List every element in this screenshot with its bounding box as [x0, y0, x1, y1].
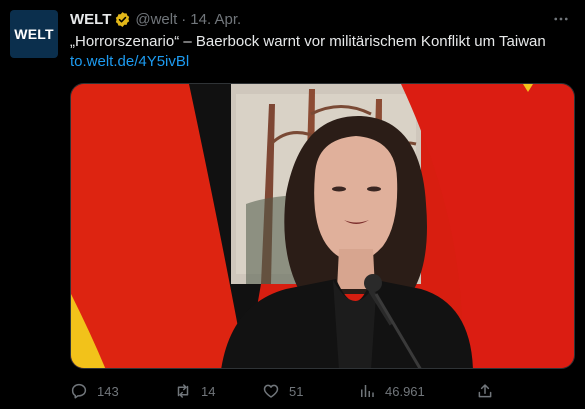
header-separator: ·: [181, 10, 187, 28]
tweet-link[interactable]: to.welt.de/4Y5ivBl: [70, 52, 189, 72]
more-options-button[interactable]: [551, 9, 571, 29]
verified-badge-icon[interactable]: [114, 11, 131, 28]
tweet-actions: 143 14 51 46.961: [62, 380, 502, 402]
like-count: 51: [289, 383, 304, 399]
reply-count: 143: [97, 383, 119, 399]
avatar[interactable]: WELT: [10, 10, 58, 58]
share-button[interactable]: [476, 380, 503, 402]
more-options-icon: [554, 17, 568, 21]
account-handle[interactable]: @welt: [135, 11, 177, 28]
repost-icon: [177, 384, 189, 398]
tweet-text: „Horrorszenario“ – Baerbock warnt vor mi…: [70, 33, 546, 50]
views-icon: [361, 385, 374, 397]
views-button[interactable]: 46.961: [358, 380, 425, 402]
account-name[interactable]: WELT: [70, 11, 111, 28]
repost-button[interactable]: 14: [174, 380, 215, 402]
tweet-date[interactable]: 14. Apr.: [190, 11, 241, 28]
reply-button[interactable]: 143: [70, 380, 119, 402]
share-icon: [478, 384, 492, 398]
photo-image: [71, 84, 574, 368]
heart-icon: [263, 384, 279, 398]
views-count: 46.961: [385, 383, 425, 399]
avatar-logo-text: WELT: [14, 26, 54, 42]
like-button[interactable]: 51: [262, 380, 303, 402]
repost-count: 14: [201, 383, 216, 399]
tweet-media-photo[interactable]: [70, 83, 575, 369]
tweet-header: WELT @welt · 14. Apr.: [70, 9, 241, 29]
reply-icon: [71, 383, 87, 399]
